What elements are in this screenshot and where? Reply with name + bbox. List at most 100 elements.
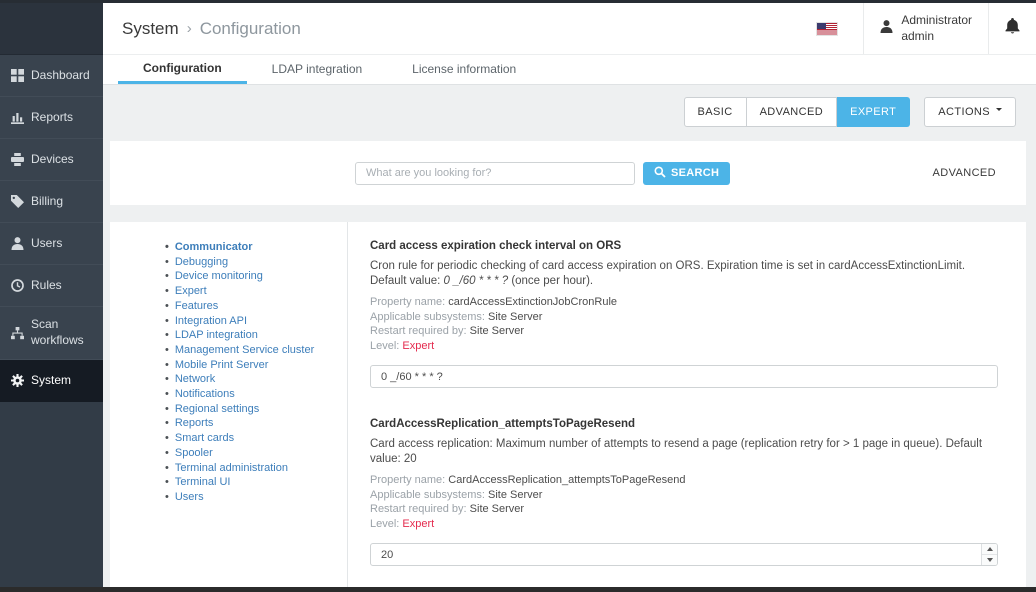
gear-icon: [10, 374, 24, 387]
sidebar-item-label: Devices: [31, 152, 74, 168]
sidebar-item-reports[interactable]: Reports: [0, 97, 103, 139]
configuration-panel: Communicator Debugging Device monitoring…: [110, 222, 1026, 592]
bar-chart-icon: [10, 111, 24, 124]
category-link[interactable]: LDAP integration: [165, 328, 337, 343]
advanced-button[interactable]: ADVANCED: [747, 97, 838, 127]
tab-license-information[interactable]: License information: [387, 55, 541, 84]
subsystems-label: Applicable subsystems:: [370, 489, 485, 501]
sidebar-item-label: Billing: [31, 194, 63, 210]
setting-input-wrap: [370, 543, 998, 566]
category-link[interactable]: Users: [165, 490, 337, 505]
level-label: Level:: [370, 518, 399, 530]
breadcrumb-page: Configuration: [200, 19, 301, 39]
main-area: System › Configuration Administrator adm…: [103, 3, 1036, 592]
category-link[interactable]: Notifications: [165, 387, 337, 402]
spinner-down-button[interactable]: [982, 554, 997, 565]
sidebar: Dashboard Reports Devices Billing Users: [0, 0, 103, 592]
triangle-down-icon: [987, 558, 993, 565]
category-link[interactable]: Network: [165, 372, 337, 387]
property-name-value: CardAccessReplication_attemptsToPageRese…: [448, 474, 685, 486]
chevron-down-icon: [996, 108, 1002, 114]
notification-bell-icon: [1005, 18, 1020, 39]
restart-value: Site Server: [470, 325, 524, 337]
category-list: Communicator Debugging Device monitoring…: [110, 222, 348, 592]
notifications-button[interactable]: [988, 3, 1036, 54]
category-link[interactable]: Terminal administration: [165, 461, 337, 476]
search-panel: SEARCH ADVANCED: [110, 141, 1026, 205]
category-link[interactable]: Expert: [165, 284, 337, 299]
number-spinner: [981, 544, 997, 565]
property-name-value: cardAccessExtinctionJobCronRule: [448, 296, 617, 308]
language-selector[interactable]: [791, 3, 863, 54]
category-link[interactable]: Spooler: [165, 446, 337, 461]
category-link[interactable]: Regional settings: [165, 402, 337, 417]
setting-value-input[interactable]: [370, 365, 998, 388]
search-icon: [654, 166, 666, 181]
spinner-up-button[interactable]: [982, 544, 997, 554]
sidebar-item-system[interactable]: System: [0, 360, 103, 402]
sidebar-item-label: System: [31, 373, 71, 389]
category-link[interactable]: Features: [165, 299, 337, 314]
restart-label: Restart required by:: [370, 503, 467, 515]
tabbar: Configuration LDAP integration License i…: [103, 55, 1036, 85]
setting-input-wrap: [370, 365, 998, 388]
dashboard-grid-icon: [10, 69, 24, 82]
logo-area: [0, 0, 103, 55]
sidebar-item-label: Scan workflows: [31, 317, 97, 348]
restart-label: Restart required by:: [370, 325, 467, 337]
search-input[interactable]: [355, 162, 635, 185]
setting-item: CardAccessReplication_attemptsToPageRese…: [370, 418, 998, 566]
person-icon: [10, 237, 24, 250]
setting-meta: Property name: cardAccessExtinctionJobCr…: [370, 295, 998, 353]
setting-value-input[interactable]: [370, 543, 998, 566]
property-name-label: Property name:: [370, 474, 445, 486]
content-area: BASIC ADVANCED EXPERT ACTIONS SEARCH ADV…: [103, 85, 1036, 592]
tag-icon: [10, 195, 24, 208]
category-link[interactable]: Terminal UI: [165, 475, 337, 490]
category-link[interactable]: Smart cards: [165, 431, 337, 446]
category-link[interactable]: Reports: [165, 416, 337, 431]
default-value-suffix: (once per hour).: [511, 275, 593, 287]
level-label: Level:: [370, 340, 399, 352]
setting-description: Cron rule for periodic checking of card …: [370, 259, 998, 288]
category-link[interactable]: Management Service cluster: [165, 343, 337, 358]
triangle-up-icon: [987, 544, 993, 551]
sidebar-item-rules[interactable]: Rules: [0, 265, 103, 307]
sidebar-item-devices[interactable]: Devices: [0, 139, 103, 181]
sidebar-item-label: Users: [31, 236, 62, 252]
sidebar-item-users[interactable]: Users: [0, 223, 103, 265]
expert-button[interactable]: EXPERT: [837, 97, 910, 127]
category-link[interactable]: Integration API: [165, 314, 337, 329]
sidebar-item-dashboard[interactable]: Dashboard: [0, 55, 103, 97]
user-menu[interactable]: Administrator admin: [863, 3, 988, 54]
sidebar-item-scan-workflows[interactable]: Scan workflows: [0, 307, 103, 360]
category-link[interactable]: Debugging: [165, 255, 337, 270]
category-link[interactable]: Device monitoring: [165, 269, 337, 284]
clock-icon: [10, 279, 24, 292]
tab-ldap-integration[interactable]: LDAP integration: [247, 55, 388, 84]
search-row: SEARCH: [110, 141, 1026, 205]
category-link[interactable]: Mobile Print Server: [165, 358, 337, 373]
printer-icon: [10, 153, 24, 166]
basic-button[interactable]: BASIC: [684, 97, 747, 127]
category-link[interactable]: Communicator: [165, 240, 337, 255]
level-value: Expert: [402, 340, 434, 352]
setting-description: Card access replication: Maximum number …: [370, 437, 998, 466]
search-button[interactable]: SEARCH: [643, 162, 730, 185]
sidebar-item-billing[interactable]: Billing: [0, 181, 103, 223]
header-right: Administrator admin: [791, 3, 1036, 54]
tab-configuration[interactable]: Configuration: [118, 55, 247, 84]
user-name: Administrator admin: [901, 13, 972, 44]
actions-dropdown-button[interactable]: ACTIONS: [924, 97, 1016, 127]
settings-list: Card access expiration check interval on…: [348, 222, 1026, 592]
setting-title: CardAccessReplication_attemptsToPageRese…: [370, 418, 998, 430]
window-bottom-edge: [0, 587, 1036, 592]
sidebar-item-label: Dashboard: [31, 68, 90, 84]
breadcrumb: System › Configuration: [103, 3, 791, 54]
advanced-search-link[interactable]: ADVANCED: [932, 167, 996, 179]
level-toolbar: BASIC ADVANCED EXPERT ACTIONS: [684, 97, 1016, 127]
subsystems-value: Site Server: [488, 311, 542, 323]
breadcrumb-section[interactable]: System: [122, 19, 179, 39]
level-value: Expert: [402, 518, 434, 530]
default-value-label: Default value:: [370, 275, 440, 287]
